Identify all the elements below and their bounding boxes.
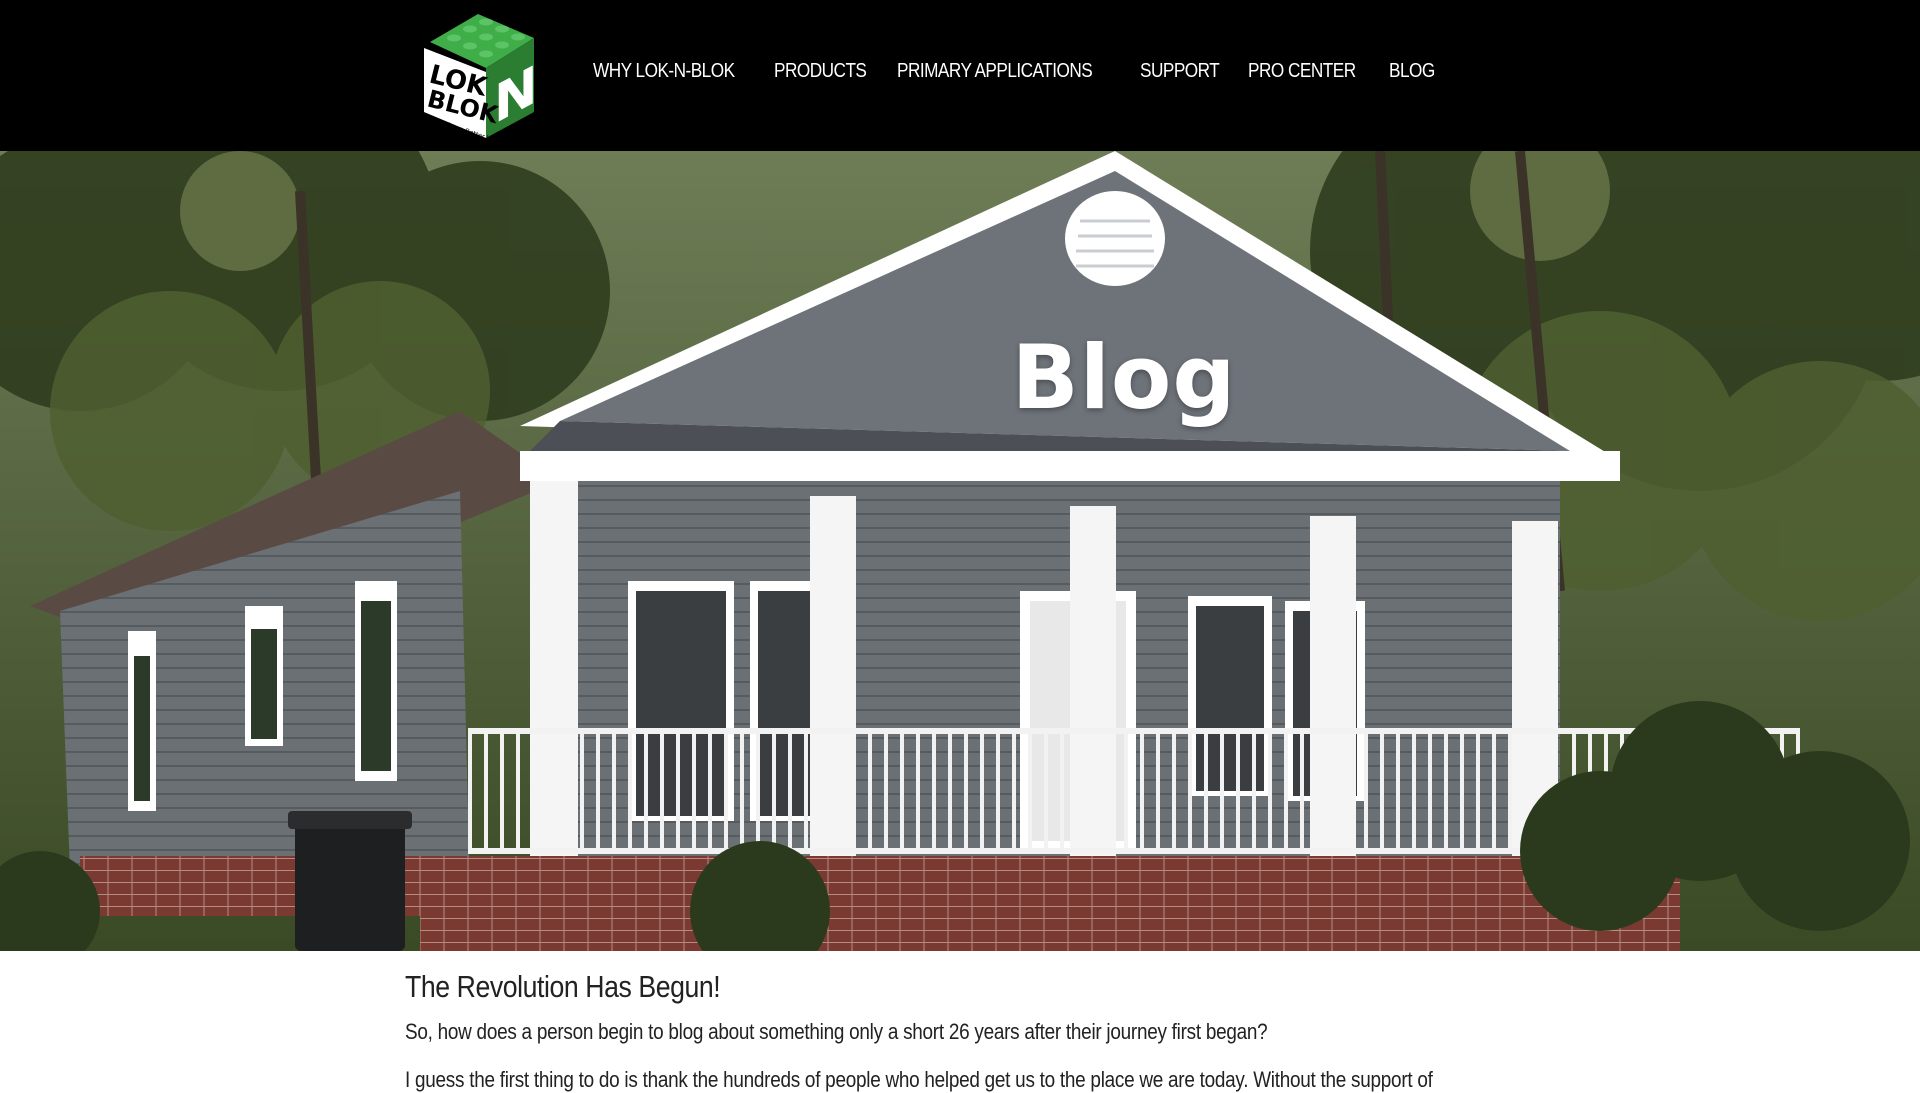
hero-title: Blog [1011, 326, 1237, 429]
nav-why-lok-n-blok[interactable]: WHY LOK-N-BLOK [593, 60, 735, 83]
nav-products[interactable]: PRODUCTS [774, 60, 867, 83]
lok-n-blok-logo[interactable]: LOK BLOK N Designing a Better Way To Bui… [420, 12, 542, 154]
post-title[interactable]: The Revolution Has Begun! [405, 969, 1360, 1005]
nav-pro-center[interactable]: PRO CENTER [1248, 60, 1356, 83]
main-nav: WHY LOK-N-BLOK PRODUCTS PRIMARY APPLICAT… [593, 60, 1458, 83]
site-header: LOK BLOK N Designing a Better Way To Bui… [0, 0, 1920, 154]
logo-graphic: LOK BLOK N Designing a Better Way To Bui… [424, 14, 538, 154]
hero-banner: Blog [0, 151, 1920, 951]
post-intro: So, how does a person begin to blog abou… [405, 1019, 1268, 1044]
house-photo [0, 151, 1920, 951]
nav-primary-applications[interactable]: PRIMARY APPLICATIONS [897, 60, 1093, 83]
blog-content: The Revolution Has Begun! So, how does a… [405, 951, 1515, 1093]
nav-blog[interactable]: BLOG [1389, 60, 1435, 83]
nav-support[interactable]: SUPPORT [1140, 60, 1220, 83]
post-body: I guess the first thing to do is thank t… [405, 1067, 1433, 1092]
